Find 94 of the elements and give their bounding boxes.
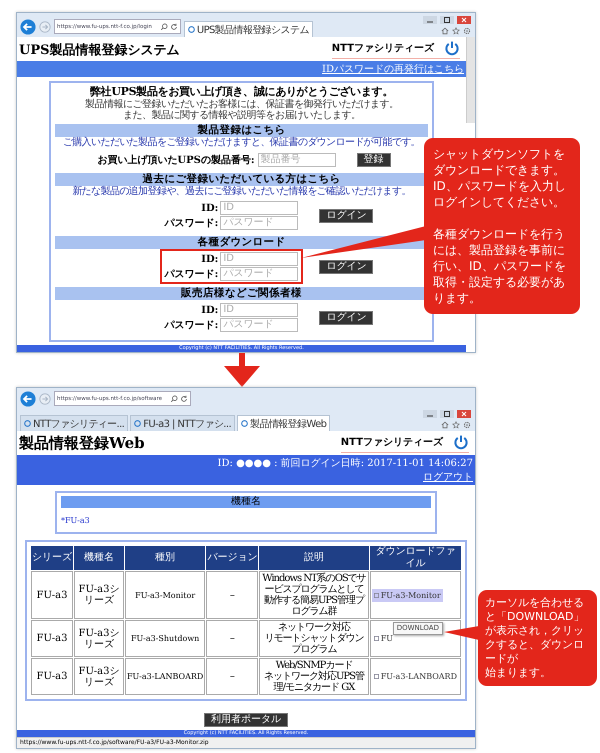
field-label: ID: xyxy=(201,202,218,214)
company-logo: NTTファシリティーズ xyxy=(332,42,434,55)
intro-text: また、製品に関する情報や説明等をお届けいたします。 xyxy=(122,110,360,121)
refresh-icon[interactable] xyxy=(170,22,178,30)
refresh-icon[interactable] xyxy=(180,394,188,402)
callout-text: シャットダウンソフトをダウンロードできます。ID、パスワードを入力しログインしてください。 xyxy=(433,146,567,210)
login-button[interactable]: ログイン xyxy=(319,310,374,324)
page-icon xyxy=(241,420,248,427)
table-cell: FU-a3 xyxy=(31,658,73,695)
field-label: パスワード: xyxy=(164,319,218,332)
back-icon[interactable] xyxy=(20,391,36,407)
field-label: パスワード: xyxy=(164,217,218,230)
browser-tab[interactable]: FU-a3 | NTTファシ... xyxy=(130,415,236,431)
file-icon xyxy=(374,636,379,641)
table-cell: ネットワーク対応 リモートシャットダウンプログラム xyxy=(259,620,369,657)
table-cell: FU-a3 xyxy=(31,620,73,657)
field-label: ID: xyxy=(201,254,218,264)
callout-text: カーソルを合わせると「DOWNLOAD」が表示され，クリックすると、ダウンロードが xyxy=(485,596,586,666)
table-cell: FU-a3シリーズ xyxy=(74,658,124,695)
company-logo: NTTファシリティーズ xyxy=(340,436,443,449)
table-cell: – xyxy=(206,620,258,657)
input-field[interactable]: ID xyxy=(220,303,298,317)
table-cell: FU-a3シリーズ xyxy=(74,620,124,657)
input-field[interactable]: パスワード xyxy=(220,216,298,230)
down-arrow xyxy=(222,353,262,387)
close-icon[interactable] xyxy=(457,16,471,24)
portal-button[interactable]: 利用者ポータル xyxy=(204,713,288,727)
browser-tab[interactable]: NTTファシリティー... xyxy=(20,415,128,431)
input-field[interactable]: パスワード xyxy=(220,267,298,281)
page-icon xyxy=(188,26,195,33)
login-button[interactable]: ログイン xyxy=(319,208,374,222)
table-cell: FU-a3-LANBOARD xyxy=(125,658,206,695)
browser-tab[interactable]: UPS製品情報登録システム xyxy=(184,21,313,37)
section-note: 新たな製品の追加登録や、過去にご登録いただいた情報をご確認いただけます。 xyxy=(72,186,411,198)
section-note: ご購入いただいた製品をご登録いただけますと、保証書のダウンロードが可能です。 xyxy=(62,137,420,149)
file-icon xyxy=(374,674,379,679)
reissue-link[interactable]: IDパスワードの再発行はこちら xyxy=(322,62,464,76)
page-icon xyxy=(134,420,142,427)
power-icon xyxy=(444,40,460,56)
column-header: ダウンロードファイル xyxy=(370,546,461,570)
power-icon xyxy=(453,434,469,450)
column-header: 機種名 xyxy=(74,546,124,570)
settings-icon[interactable] xyxy=(463,421,471,429)
user-info: ID: ●●●● : 前回ログイン日時: 2017-11-01 14:06:27 xyxy=(218,456,473,470)
intro-text: 製品情報にご登録いただいたお客様には、保証書を御発行いただけます。 xyxy=(84,99,398,110)
field-label: パスワード: xyxy=(164,268,218,281)
input-field[interactable]: 製品番号 xyxy=(258,153,336,167)
table-cell: FU-a3-Monitor xyxy=(125,571,206,619)
search-icon[interactable] xyxy=(170,394,178,402)
table-cell: FU-a3-Shutdown xyxy=(125,620,206,657)
star-icon[interactable] xyxy=(452,27,460,35)
home-icon[interactable] xyxy=(441,27,449,35)
scrollbar[interactable] xyxy=(466,37,475,123)
field-label: お買い上げ頂いたUPSの製品番号: xyxy=(97,154,255,167)
minimize-icon[interactable] xyxy=(423,410,437,418)
callout-text: 始まります。 xyxy=(485,666,552,680)
section-heading: 製品登録はこちら xyxy=(55,124,428,137)
star-icon[interactable] xyxy=(452,421,460,429)
home-icon[interactable] xyxy=(441,421,449,429)
browser-tab[interactable]: 製品情報登録Web xyxy=(237,415,330,431)
table-cell: – xyxy=(206,571,258,619)
settings-icon[interactable] xyxy=(463,27,471,35)
column-header: シリーズ xyxy=(31,546,73,570)
field-label: ID: xyxy=(201,304,218,316)
minimize-icon[interactable] xyxy=(423,16,437,24)
callout-text: 各種ダウンロードを行うには、製品登録を事前に行い、ID、パスワードを取得・設定する必要があります。 xyxy=(433,226,567,306)
logout-link[interactable]: ログアウト xyxy=(423,470,473,484)
back-icon[interactable] xyxy=(20,19,36,35)
table-cell: Web/SNMPカード ネットワーク対応UPS管理/モニタカード GX xyxy=(259,658,369,695)
model-link[interactable]: *FU-a3 xyxy=(61,516,90,525)
table-cell: FU-a3 xyxy=(31,571,73,619)
input-field[interactable]: ID xyxy=(220,252,298,266)
column-header: 種別 xyxy=(125,546,206,570)
table-cell: FU-a3シリーズ xyxy=(74,571,124,619)
maximize-icon[interactable] xyxy=(440,410,454,418)
page-icon xyxy=(24,420,31,427)
input-field[interactable]: パスワード xyxy=(220,318,298,332)
panel-heading: 機種名 xyxy=(61,496,431,508)
search-icon[interactable] xyxy=(160,22,168,30)
close-icon[interactable] xyxy=(457,410,471,418)
input-field[interactable]: ID xyxy=(220,201,298,215)
greeting-text: 弊社UPS製品をお買い上げ頂き、誠にありがとうございます。 xyxy=(90,85,394,98)
table-cell: – xyxy=(206,658,258,695)
site-title: 製品情報登録Web xyxy=(19,434,145,453)
download-link[interactable]: FU-a3-Monitor xyxy=(372,588,443,602)
site-title: UPS製品情報登録システム xyxy=(19,42,180,58)
download-link[interactable]: FU xyxy=(372,632,395,645)
maximize-icon[interactable] xyxy=(440,16,454,24)
column-header: バージョン xyxy=(206,546,258,570)
table-cell: Windows NT系のOSでサービスプログラムとして 動作する簡易UPS管理プログラム群 xyxy=(259,571,369,619)
login-button[interactable]: ログイン xyxy=(319,260,374,274)
file-icon xyxy=(374,592,379,598)
column-header: 説明 xyxy=(259,546,369,570)
register-button[interactable]: 登録 xyxy=(356,153,391,167)
